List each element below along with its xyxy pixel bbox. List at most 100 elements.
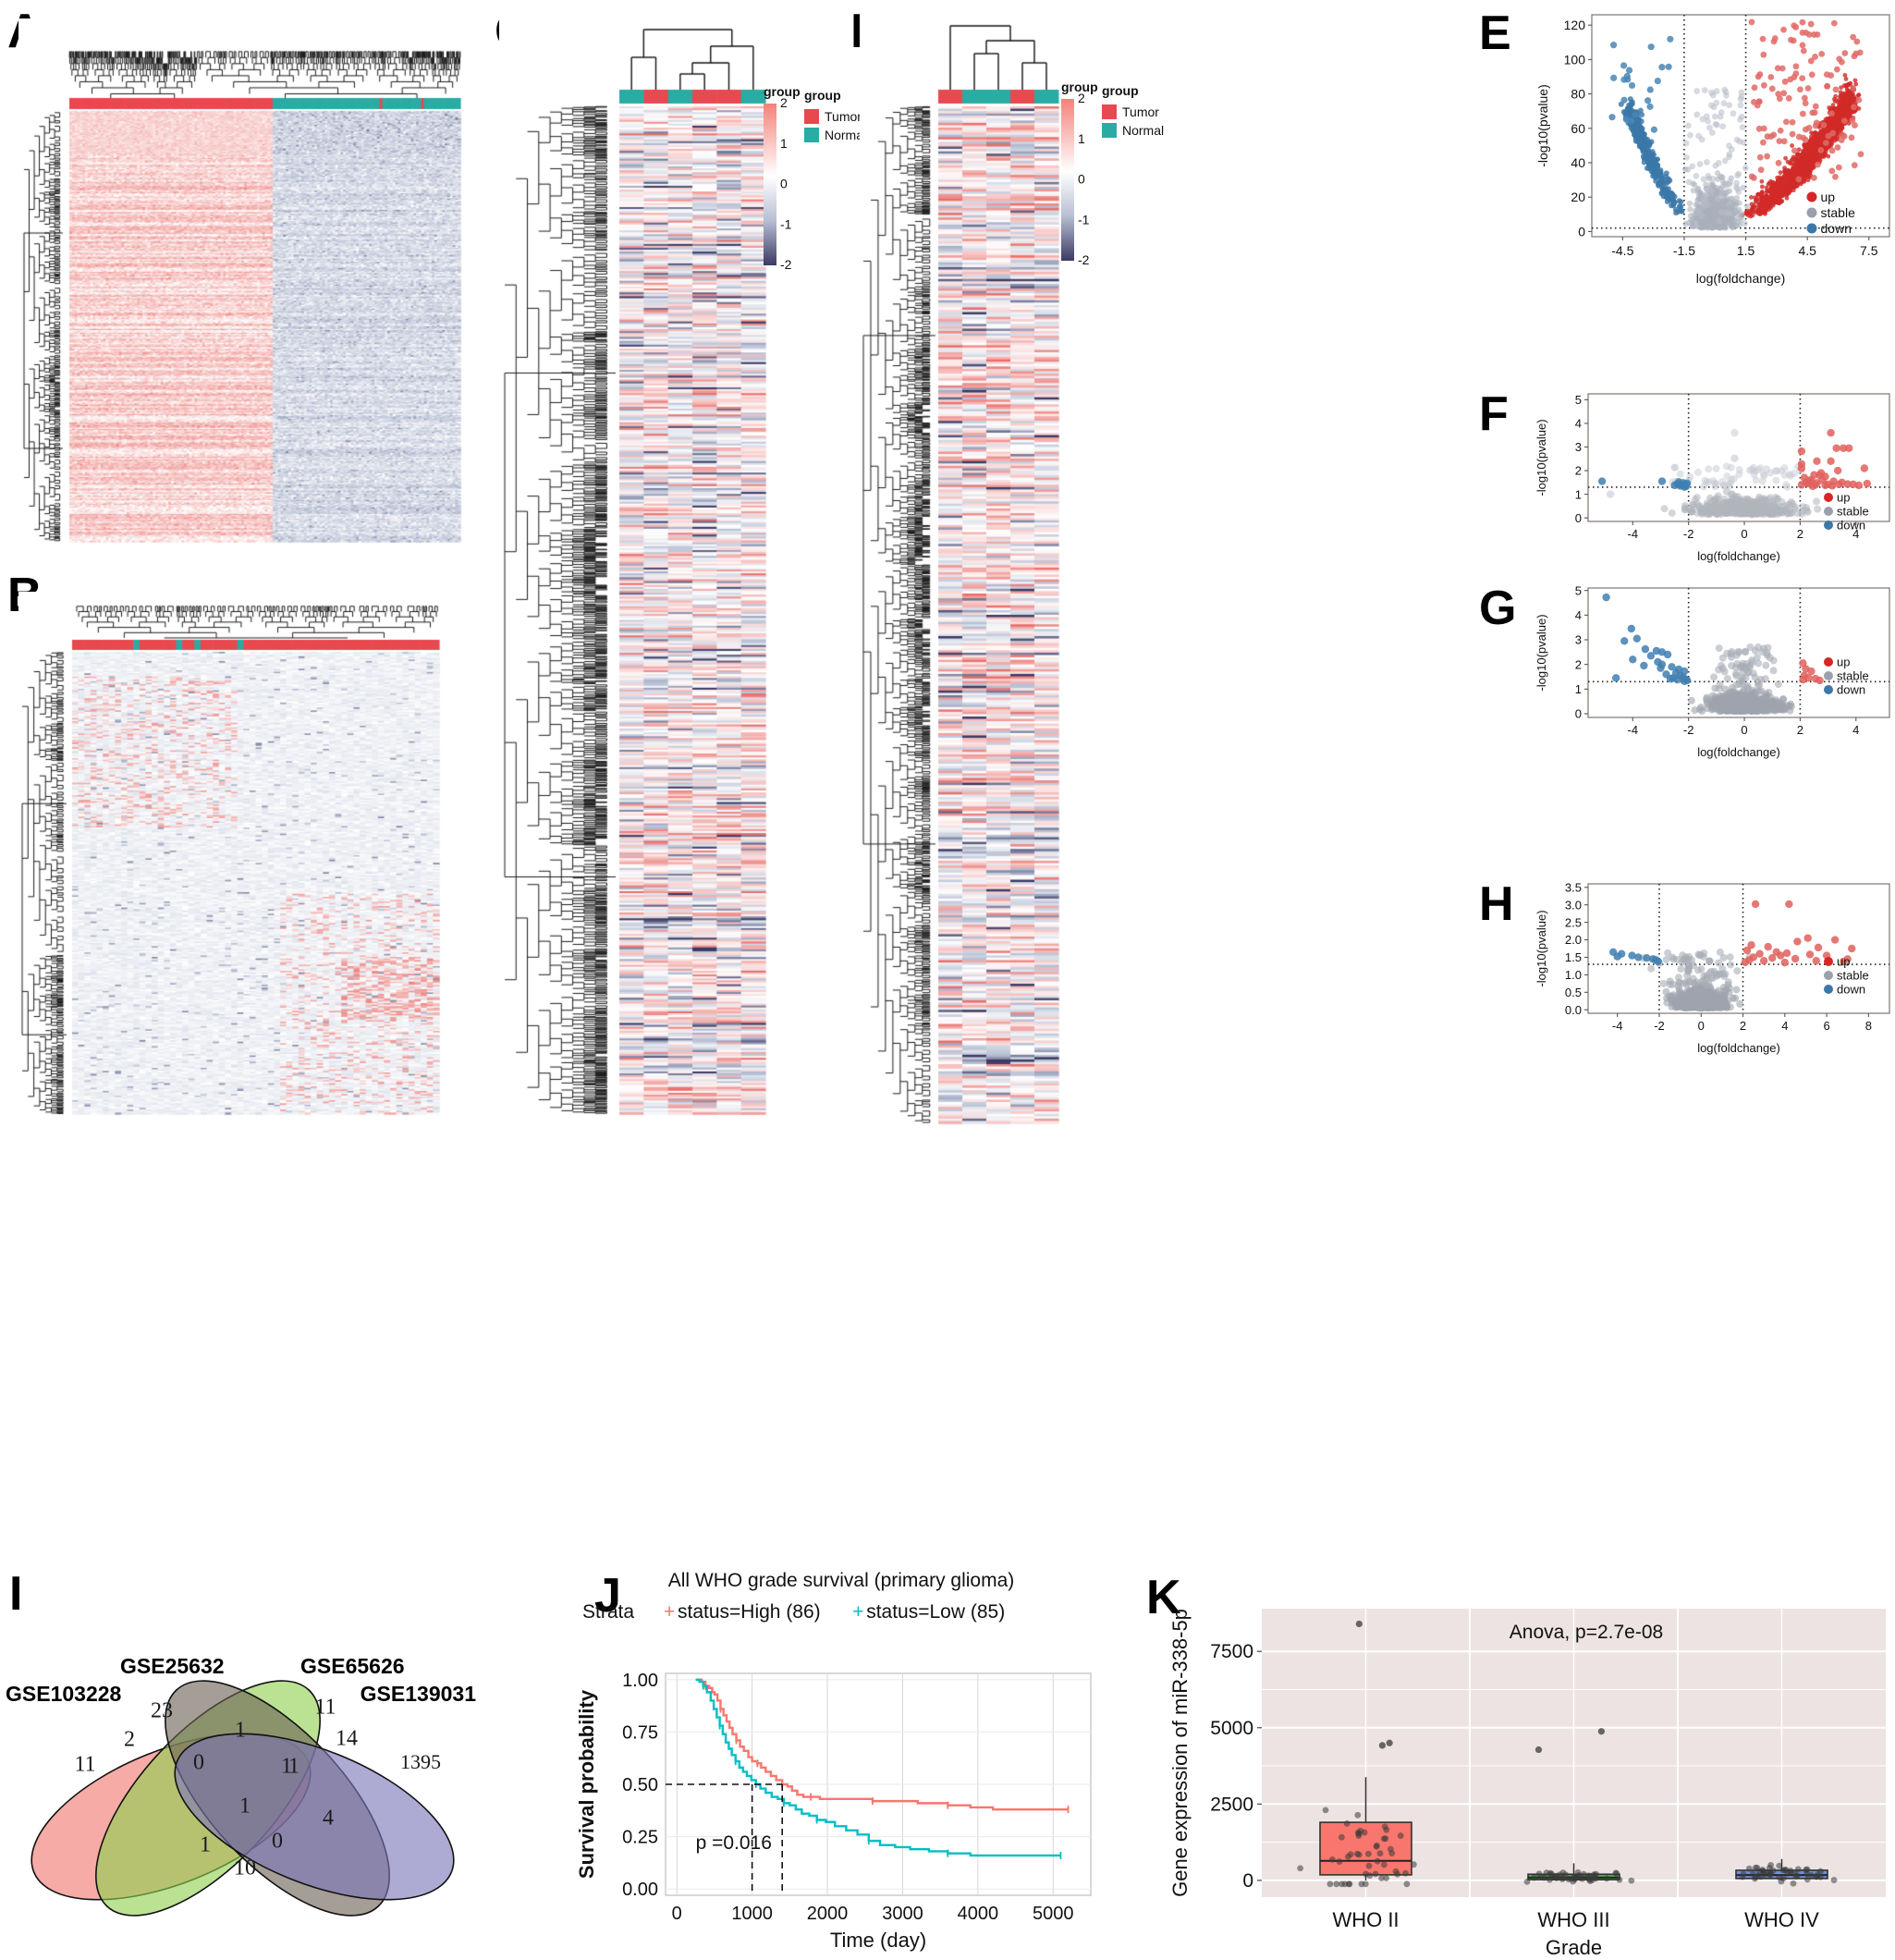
km-y-tick: 0.50 (622, 1775, 658, 1795)
box-y-tick: 0 (1242, 1870, 1253, 1892)
jitter-point (1780, 1875, 1787, 1881)
x-tick-label: 6 (1823, 1019, 1829, 1033)
y-tick-label: 20 (1571, 190, 1585, 204)
jitter-point (1377, 1850, 1384, 1856)
km-x-tick: 4000 (958, 1904, 999, 1924)
y-tick-label: 2 (1575, 657, 1582, 671)
jitter-point (1374, 1843, 1380, 1849)
venn-count-D: 1395 (400, 1750, 441, 1773)
y-tick-label: 60 (1571, 121, 1585, 136)
jitter-point (1404, 1880, 1411, 1887)
y-tick-label: 1 (1575, 487, 1582, 501)
panel-e-volcano: -4.5-1.51.54.57.5020406080100120log(fold… (1534, 7, 1895, 285)
outlier-point (1387, 1740, 1393, 1746)
jitter-point (1753, 1865, 1759, 1871)
x-tick-label: 2 (1797, 723, 1803, 737)
colorbar-tick: 0 (1078, 172, 1085, 187)
venn-count-BD: 4 (323, 1807, 334, 1831)
km-pvalue: p =0.016 (696, 1832, 772, 1854)
box-y-axis-label: Gene expression of miR-338-5p (1168, 1609, 1192, 1897)
panel-j-km: All WHO grade survival (primary glioma) S… (564, 1562, 1109, 1958)
colorbar-tick: 2 (1078, 91, 1085, 105)
legend-label-stable: stable (1821, 205, 1856, 220)
y-tick-label: 4 (1575, 608, 1582, 622)
jitter-point (1411, 1861, 1417, 1868)
x-tick-label: -4 (1628, 527, 1639, 541)
y-tick-label: 3 (1575, 633, 1582, 647)
km-y-tick: 0.00 (622, 1880, 658, 1900)
venn-count-ABC: 0 (193, 1751, 204, 1775)
legend-swatch-normal (1102, 123, 1117, 138)
x-tick-label: 4 (1852, 723, 1859, 737)
jitter-point (1375, 1858, 1381, 1865)
venn-set-label-0: GSE103228 (6, 1682, 122, 1706)
y-tick-label: 0 (1575, 707, 1582, 721)
km-x-tick: 5000 (1033, 1904, 1074, 1924)
y-tick-label: 2 (1575, 464, 1582, 478)
y-tick-label: 80 (1571, 87, 1585, 102)
jitter-point (1326, 1880, 1333, 1887)
legend-dot-down (1824, 521, 1833, 530)
box-y-tick: 7500 (1210, 1641, 1253, 1662)
jitter-point (1613, 1870, 1620, 1877)
panel-h-volcano: -4-2024680.00.51.01.52.02.53.03.5log(fol… (1534, 876, 1895, 1054)
panel-j-title: All WHO grade survival (primary glioma) (668, 1570, 1015, 1591)
colorbar-tick: 1 (780, 136, 788, 151)
colorbar-tick: 1 (1078, 131, 1085, 146)
x-axis-label: log(foldchange) (1697, 745, 1780, 759)
jitter-point (1365, 1851, 1372, 1857)
x-tick-label: 0 (1741, 527, 1747, 541)
x-axis-label: log(foldchange) (1696, 271, 1786, 286)
venn-count-B: 23 (151, 1699, 173, 1723)
venn-count-BC: 1 (235, 1719, 246, 1743)
legend-swatch-tumor (804, 109, 819, 124)
legend-dot-down (1824, 685, 1833, 694)
x-tick-label: -4 (1628, 723, 1639, 737)
jitter-point (1329, 1856, 1336, 1863)
legend-label-tumor: Tumor (1122, 104, 1159, 119)
y-tick-label: 0.0 (1565, 1003, 1582, 1017)
venn-count-AD: 10 (234, 1856, 256, 1880)
jitter-point (1831, 1877, 1838, 1883)
y-tick-label: 1.5 (1565, 950, 1582, 964)
km-x-axis-label: Time (day) (830, 1929, 926, 1952)
km-x-tick: 2000 (807, 1904, 849, 1924)
outlier-point (1598, 1728, 1605, 1734)
jitter-point (1782, 1867, 1789, 1873)
y-tick-label: 4 (1575, 417, 1582, 431)
y-tick-label: 3 (1575, 440, 1582, 454)
legend-label-down: down (1821, 221, 1852, 236)
jitter-point (1363, 1880, 1369, 1887)
panel-c-group-legend: group Tumor Normal (804, 88, 866, 142)
jitter-point (1571, 1874, 1578, 1880)
legend-label-up: up (1837, 491, 1850, 505)
jitter-point (1804, 1867, 1811, 1873)
venn-count-BCD: 1 (288, 1755, 300, 1779)
colorbar-tick: 0 (780, 177, 788, 191)
strata-label: Strata (582, 1601, 634, 1623)
jitter-point (1586, 1877, 1593, 1883)
jitter-point (1814, 1873, 1820, 1880)
jitter-point (1552, 1874, 1559, 1880)
panel-c-heatmap (499, 9, 795, 1119)
jitter-point (1356, 1852, 1363, 1858)
jitter-point (1337, 1858, 1343, 1865)
jitter-point (1366, 1872, 1373, 1879)
y-tick-label: 0.5 (1565, 986, 1582, 999)
y-tick-label: 3.5 (1565, 880, 1582, 894)
x-tick-label: 0 (1741, 723, 1747, 737)
legend-dot-stable (1824, 971, 1833, 980)
legend-dot-stable (1824, 507, 1833, 516)
panel-g-volcano: -4-2024012345log(foldchange)-log10(pvalu… (1534, 581, 1895, 758)
panel-c-colorbar (764, 104, 776, 265)
box-y-tick: 2500 (1210, 1794, 1253, 1815)
x-tick-label: -4.5 (1611, 243, 1633, 258)
jitter-point (1381, 1862, 1388, 1868)
legend-dot-down (1824, 985, 1833, 994)
panel-letter-i: I (9, 1570, 22, 1618)
x-tick-label: 8 (1865, 1019, 1872, 1033)
jitter-point (1383, 1875, 1389, 1881)
colorbar-tick: -2 (1078, 252, 1090, 267)
x-tick-label: 4 (1781, 1019, 1788, 1033)
y-tick-label: 40 (1571, 155, 1585, 170)
